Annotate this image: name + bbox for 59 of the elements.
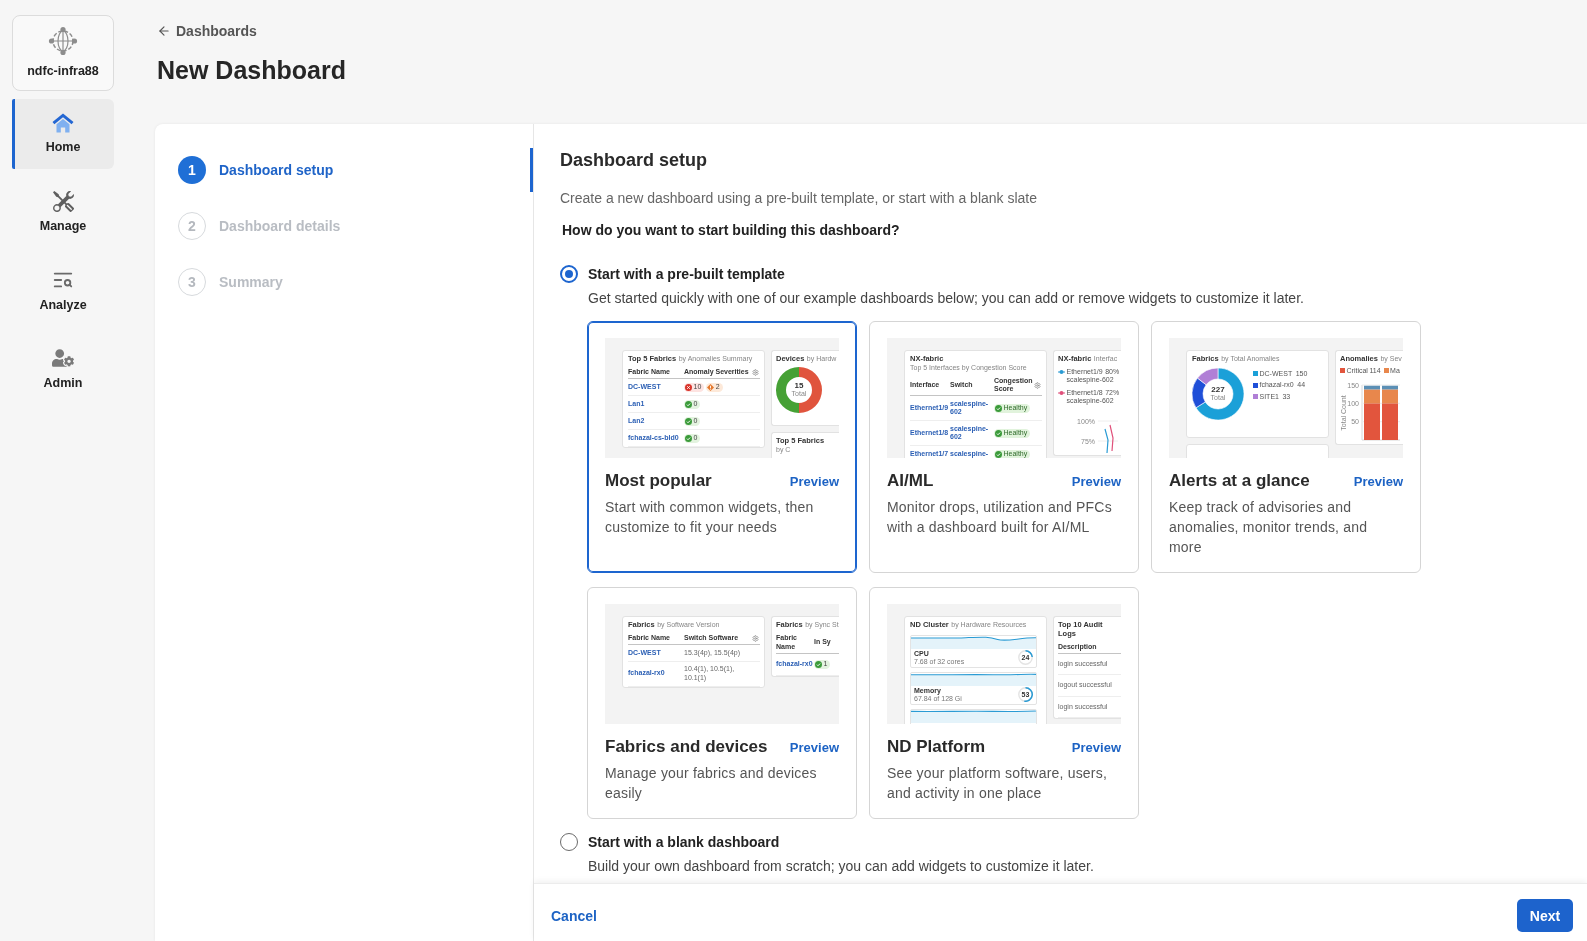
check-circle-icon: [815, 660, 822, 668]
template-description: Keep track of advisories and anomalies, monitor trends, and more: [1169, 498, 1369, 557]
gauge-ring-icon: [1018, 650, 1033, 665]
donut-total: 227: [1211, 385, 1225, 394]
step-number: 3: [178, 268, 206, 296]
preview-link[interactable]: Preview: [1071, 739, 1121, 757]
preview-link[interactable]: Preview: [1071, 473, 1121, 491]
back-link[interactable]: Dashboards: [157, 22, 257, 40]
step-label: Summary: [219, 273, 283, 292]
site-switcher[interactable]: ndfc-infra88: [12, 15, 114, 91]
section-description: Create a new dashboard using a pre-built template, or start with a blank slate: [560, 189, 1039, 208]
template-description: Manage your fabrics and devices easily: [605, 764, 818, 803]
check-circle-icon: [995, 429, 1002, 437]
template-title: Most popular: [605, 470, 712, 492]
tools-icon: [52, 191, 74, 212]
step-number: 1: [178, 156, 206, 184]
check-circle-icon: [995, 404, 1002, 412]
nav-item[interactable]: Home: [12, 99, 114, 169]
cancel-button[interactable]: Cancel: [551, 905, 597, 926]
preview-link[interactable]: Preview: [1353, 473, 1403, 491]
check-circle-icon: [995, 450, 1002, 458]
next-button[interactable]: Next: [1517, 899, 1573, 932]
preview-link[interactable]: Preview: [789, 473, 839, 491]
radio-button[interactable]: [560, 833, 578, 851]
x-circle-icon: [685, 383, 692, 391]
template-title: AI/ML: [887, 470, 934, 492]
template-description: See your platform software, users, and activity in one place: [887, 764, 1108, 803]
arrow-left-icon: [157, 24, 171, 38]
nav-item[interactable]: Manage: [12, 177, 114, 247]
check-circle-icon: [685, 417, 692, 425]
option-description: Build your own dashboard from scratch; you can add widgets to customize it later.: [588, 857, 1095, 876]
globe-network-icon: [48, 26, 78, 56]
warning-diamond-icon: [707, 383, 715, 391]
step-number: 2: [178, 212, 206, 240]
template-description: Monitor drops, utilization and PFCs with a dashboard built for AI/ML: [887, 498, 1113, 537]
home-icon: [52, 113, 74, 133]
preview-link[interactable]: Preview: [789, 739, 839, 757]
template-card[interactable]: [587, 321, 857, 573]
donut-total: 15: [794, 381, 804, 390]
question-text: How do you want to start building this dashboard?: [562, 221, 901, 240]
wizard-step[interactable]: 1 Dashboard setup: [155, 148, 533, 192]
option-label: Start with a pre-built template: [588, 265, 785, 284]
step-label: Dashboard details: [219, 217, 341, 236]
template-description: Start with common widgets, then customize to fit your needs: [605, 498, 815, 537]
option-label: Start with a blank dashboard: [588, 833, 780, 852]
section-title: Dashboard setup: [560, 149, 709, 172]
option-description: Get started quickly with one of our example dashboards below; you can add or remove widgets to customize it later.: [588, 289, 1305, 308]
gauge-ring-icon: [1018, 687, 1033, 702]
template-title: Fabrics and devices: [605, 736, 768, 758]
nav-item[interactable]: Analyze: [12, 255, 114, 325]
check-circle-icon: [685, 400, 692, 408]
check-circle-icon: [685, 434, 692, 442]
user-gear-icon: [52, 347, 74, 369]
page-title: New Dashboard: [157, 55, 346, 86]
template-title: ND Platform: [887, 736, 986, 758]
nav-item[interactable]: Admin: [12, 333, 114, 403]
step-label: Dashboard setup: [219, 161, 334, 180]
radio-button[interactable]: [560, 265, 578, 283]
template-title: Alerts at a glance: [1169, 470, 1310, 492]
